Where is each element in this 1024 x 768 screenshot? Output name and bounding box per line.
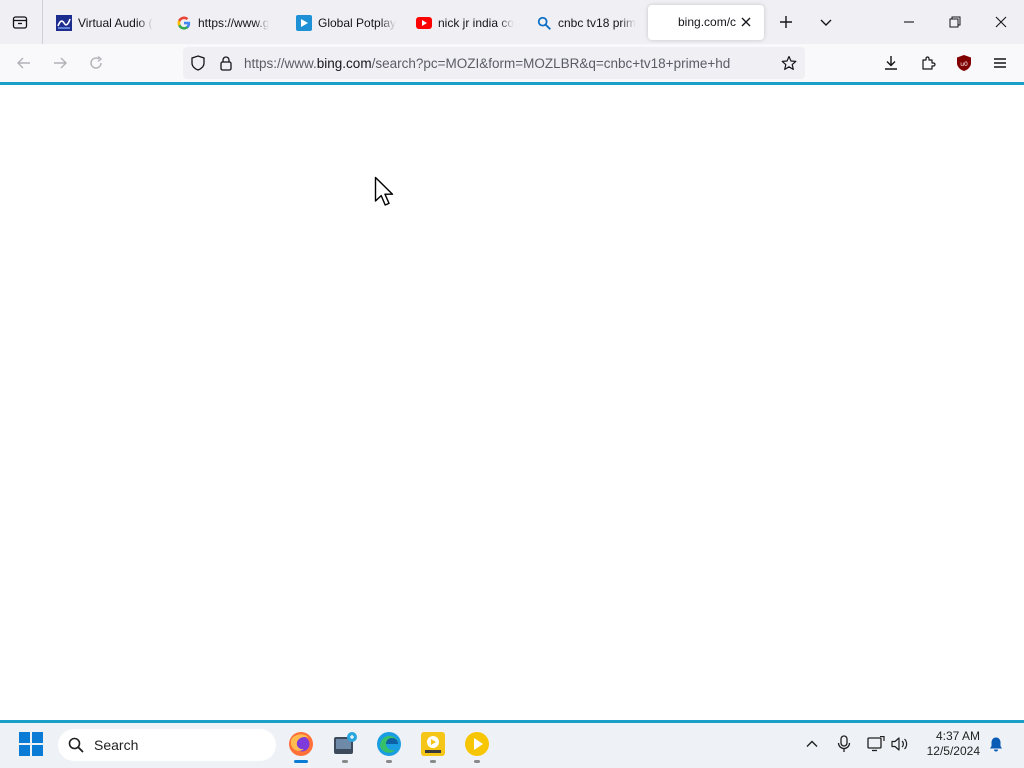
- photo-viewer-running-indicator: [342, 760, 348, 763]
- network-button[interactable]: [866, 734, 886, 754]
- microphone-button[interactable]: [834, 734, 854, 754]
- tab-label: Global Potplay: [318, 15, 396, 30]
- ublock-origin-button[interactable]: u0: [949, 48, 979, 78]
- page-content[interactable]: [0, 85, 1024, 720]
- bell-icon: [990, 737, 1002, 752]
- downloads-button[interactable]: [876, 48, 906, 78]
- firefox-running-indicator: [294, 760, 308, 763]
- notifications-button[interactable]: [986, 734, 1006, 754]
- reload-button[interactable]: [81, 48, 111, 78]
- restore-icon: [949, 16, 961, 28]
- extensions-button[interactable]: [913, 48, 943, 78]
- start-button[interactable]: [18, 731, 44, 757]
- arrow-right-icon: [54, 57, 67, 69]
- bookmark-star-icon[interactable]: [781, 55, 797, 71]
- tab-strip-divider: [42, 0, 43, 44]
- potplayer-running-indicator: [474, 760, 480, 763]
- firefox-view-button[interactable]: [4, 7, 36, 37]
- chevron-up-icon: [806, 740, 818, 747]
- player-icon[interactable]: [420, 731, 446, 757]
- navigation-toolbar: https://www.bing.com/search?pc=MOZI&form…: [0, 44, 1024, 82]
- tab-cnbc-search[interactable]: cnbc tv18 prim: [536, 5, 642, 40]
- potplayer-icon: [296, 14, 312, 31]
- taskbar-search-label: Search: [94, 737, 139, 753]
- potplayer-icon[interactable]: [464, 731, 490, 757]
- url-text[interactable]: https://www.bing.com/search?pc=MOZI&form…: [244, 56, 760, 71]
- url-host: bing.com: [316, 56, 372, 71]
- tab-bing-active[interactable]: bing.com/c: [648, 5, 764, 40]
- tab-youtube[interactable]: nick jr india co: [416, 5, 516, 40]
- tab-virtual-audio[interactable]: Virtual Audio (: [56, 5, 166, 40]
- mouse-cursor-icon: [374, 176, 394, 206]
- download-icon: [885, 56, 897, 70]
- restore-button[interactable]: [932, 0, 978, 44]
- show-hidden-icons-button[interactable]: [802, 734, 822, 754]
- url-path: /search?pc=MOZI&form=MOZLBR&q=cnbc+tv18+…: [371, 56, 731, 71]
- lock-icon[interactable]: [218, 55, 234, 71]
- tab-label: cnbc tv18 prim: [558, 15, 637, 30]
- new-tab-button[interactable]: [772, 8, 800, 36]
- youtube-icon: [416, 15, 432, 31]
- microphone-icon: [837, 735, 851, 752]
- player-running-indicator: [430, 760, 436, 763]
- tab-label: nick jr india co: [438, 15, 515, 30]
- taskbar-search-box[interactable]: Search: [58, 729, 276, 761]
- forward-button[interactable]: [45, 48, 75, 78]
- svg-text:u0: u0: [960, 61, 968, 68]
- back-button[interactable]: [9, 48, 39, 78]
- tab-label: bing.com/c: [678, 15, 737, 29]
- edge-running-indicator: [386, 760, 392, 763]
- clock-time: 4:37 AM: [935, 729, 980, 743]
- ublock-shield-icon: u0: [957, 55, 971, 71]
- search-icon: [536, 15, 552, 31]
- close-tab-icon[interactable]: [739, 15, 753, 29]
- puzzle-icon: [922, 56, 936, 70]
- audio-cable-icon: [56, 14, 72, 31]
- close-window-button[interactable]: [978, 0, 1024, 44]
- tab-label: Virtual Audio (: [78, 15, 153, 30]
- tab-global-potplayer[interactable]: Global Potplay: [296, 5, 396, 40]
- windows-logo-icon: [19, 732, 43, 756]
- edge-icon[interactable]: [376, 731, 402, 757]
- network-icon: [867, 736, 885, 752]
- firefox-icon[interactable]: [288, 731, 314, 757]
- hamburger-menu-icon: [994, 58, 1006, 68]
- application-menu-button[interactable]: [985, 48, 1015, 78]
- photo-viewer-icon[interactable]: [332, 731, 358, 757]
- list-all-tabs-button[interactable]: [812, 8, 840, 36]
- volume-icon: [891, 737, 908, 751]
- tab-google[interactable]: https://www.g: [176, 5, 276, 40]
- reload-icon: [90, 55, 103, 69]
- tab-list-icon: [12, 16, 28, 29]
- address-bar[interactable]: https://www.bing.com/search?pc=MOZI&form…: [183, 47, 805, 79]
- tab-label: https://www.g: [198, 15, 270, 30]
- google-icon: [176, 15, 192, 31]
- minimize-icon: [904, 21, 914, 23]
- tracking-protection-icon[interactable]: [190, 55, 206, 71]
- volume-button[interactable]: [890, 734, 910, 754]
- chevron-down-icon: [820, 19, 832, 26]
- tab-strip: Virtual Audio ( https://www.g Global Pot…: [0, 0, 1024, 44]
- plus-icon: [780, 16, 792, 28]
- search-icon: [68, 737, 84, 753]
- arrow-left-icon: [17, 57, 30, 69]
- url-prefix: https://www.: [244, 56, 317, 71]
- close-icon: [995, 16, 1007, 28]
- clock-date: 12/5/2024: [926, 744, 980, 758]
- minimize-button[interactable]: [886, 0, 932, 44]
- taskbar-clock[interactable]: 4:37 AM 12/5/2024: [927, 729, 980, 759]
